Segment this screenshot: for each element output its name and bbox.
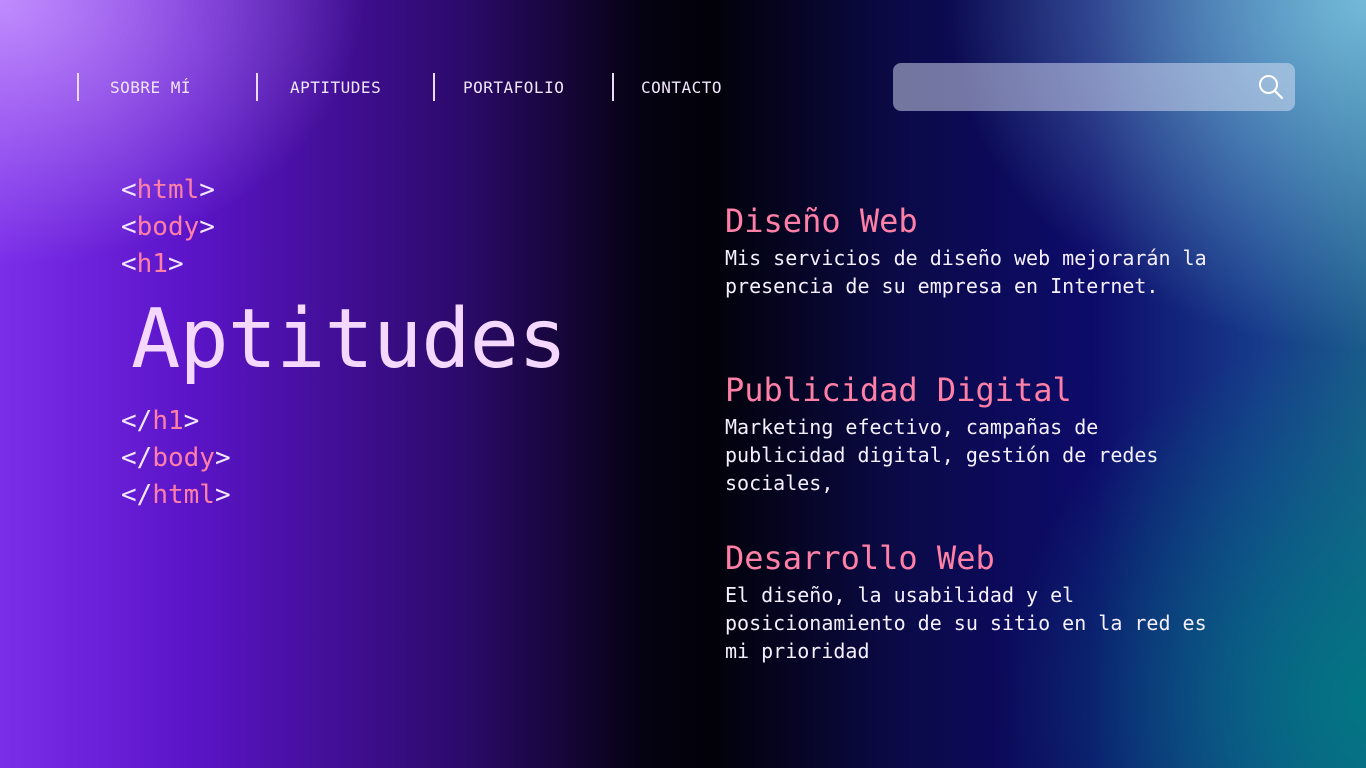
skill-desarrollo-web: Desarrollo Web El diseño, la usabilidad … <box>725 539 1245 665</box>
skill-description: Mis servicios de diseño web mejorarán la… <box>725 246 1207 298</box>
skill-title: Desarrollo Web <box>725 539 995 577</box>
skill-title: Publicidad Digital <box>725 371 1072 409</box>
skill-description: Marketing efectivo, campañas de publicid… <box>725 415 1159 495</box>
code-close-body: </body> <box>121 443 231 473</box>
skill-description: El diseño, la usabilidad y el posicionam… <box>725 583 1207 663</box>
code-open-html: <html> <box>121 175 215 205</box>
nav-separator <box>256 73 258 101</box>
search-bar[interactable] <box>893 63 1295 111</box>
nav-item-contacto[interactable]: CONTACTO <box>641 78 722 97</box>
search-input[interactable] <box>907 73 1251 103</box>
search-icon[interactable] <box>1257 73 1285 101</box>
skill-publicidad-digital: Publicidad Digital Marketing efectivo, c… <box>725 371 1245 497</box>
top-navigation: SOBRE MÍ APTITUDES PORTAFOLIO CONTACTO <box>0 62 860 114</box>
nav-item-sobre-mi[interactable]: SOBRE MÍ <box>110 78 191 97</box>
nav-item-aptitudes[interactable]: APTITUDES <box>290 78 381 97</box>
code-open-h1: <h1> <box>121 249 184 279</box>
code-open-body: <body> <box>121 212 215 242</box>
nav-separator <box>612 73 614 101</box>
code-close-html: </html> <box>121 480 231 510</box>
skill-diseno-web: Diseño Web Mis servicios de diseño web m… <box>725 202 1245 300</box>
code-close-h1: </h1> <box>121 406 200 436</box>
skill-title: Diseño Web <box>725 202 918 240</box>
nav-separator <box>433 73 435 101</box>
nav-separator <box>77 73 79 101</box>
page-title: Aptitudes <box>131 292 567 387</box>
nav-item-portafolio[interactable]: PORTAFOLIO <box>463 78 564 97</box>
